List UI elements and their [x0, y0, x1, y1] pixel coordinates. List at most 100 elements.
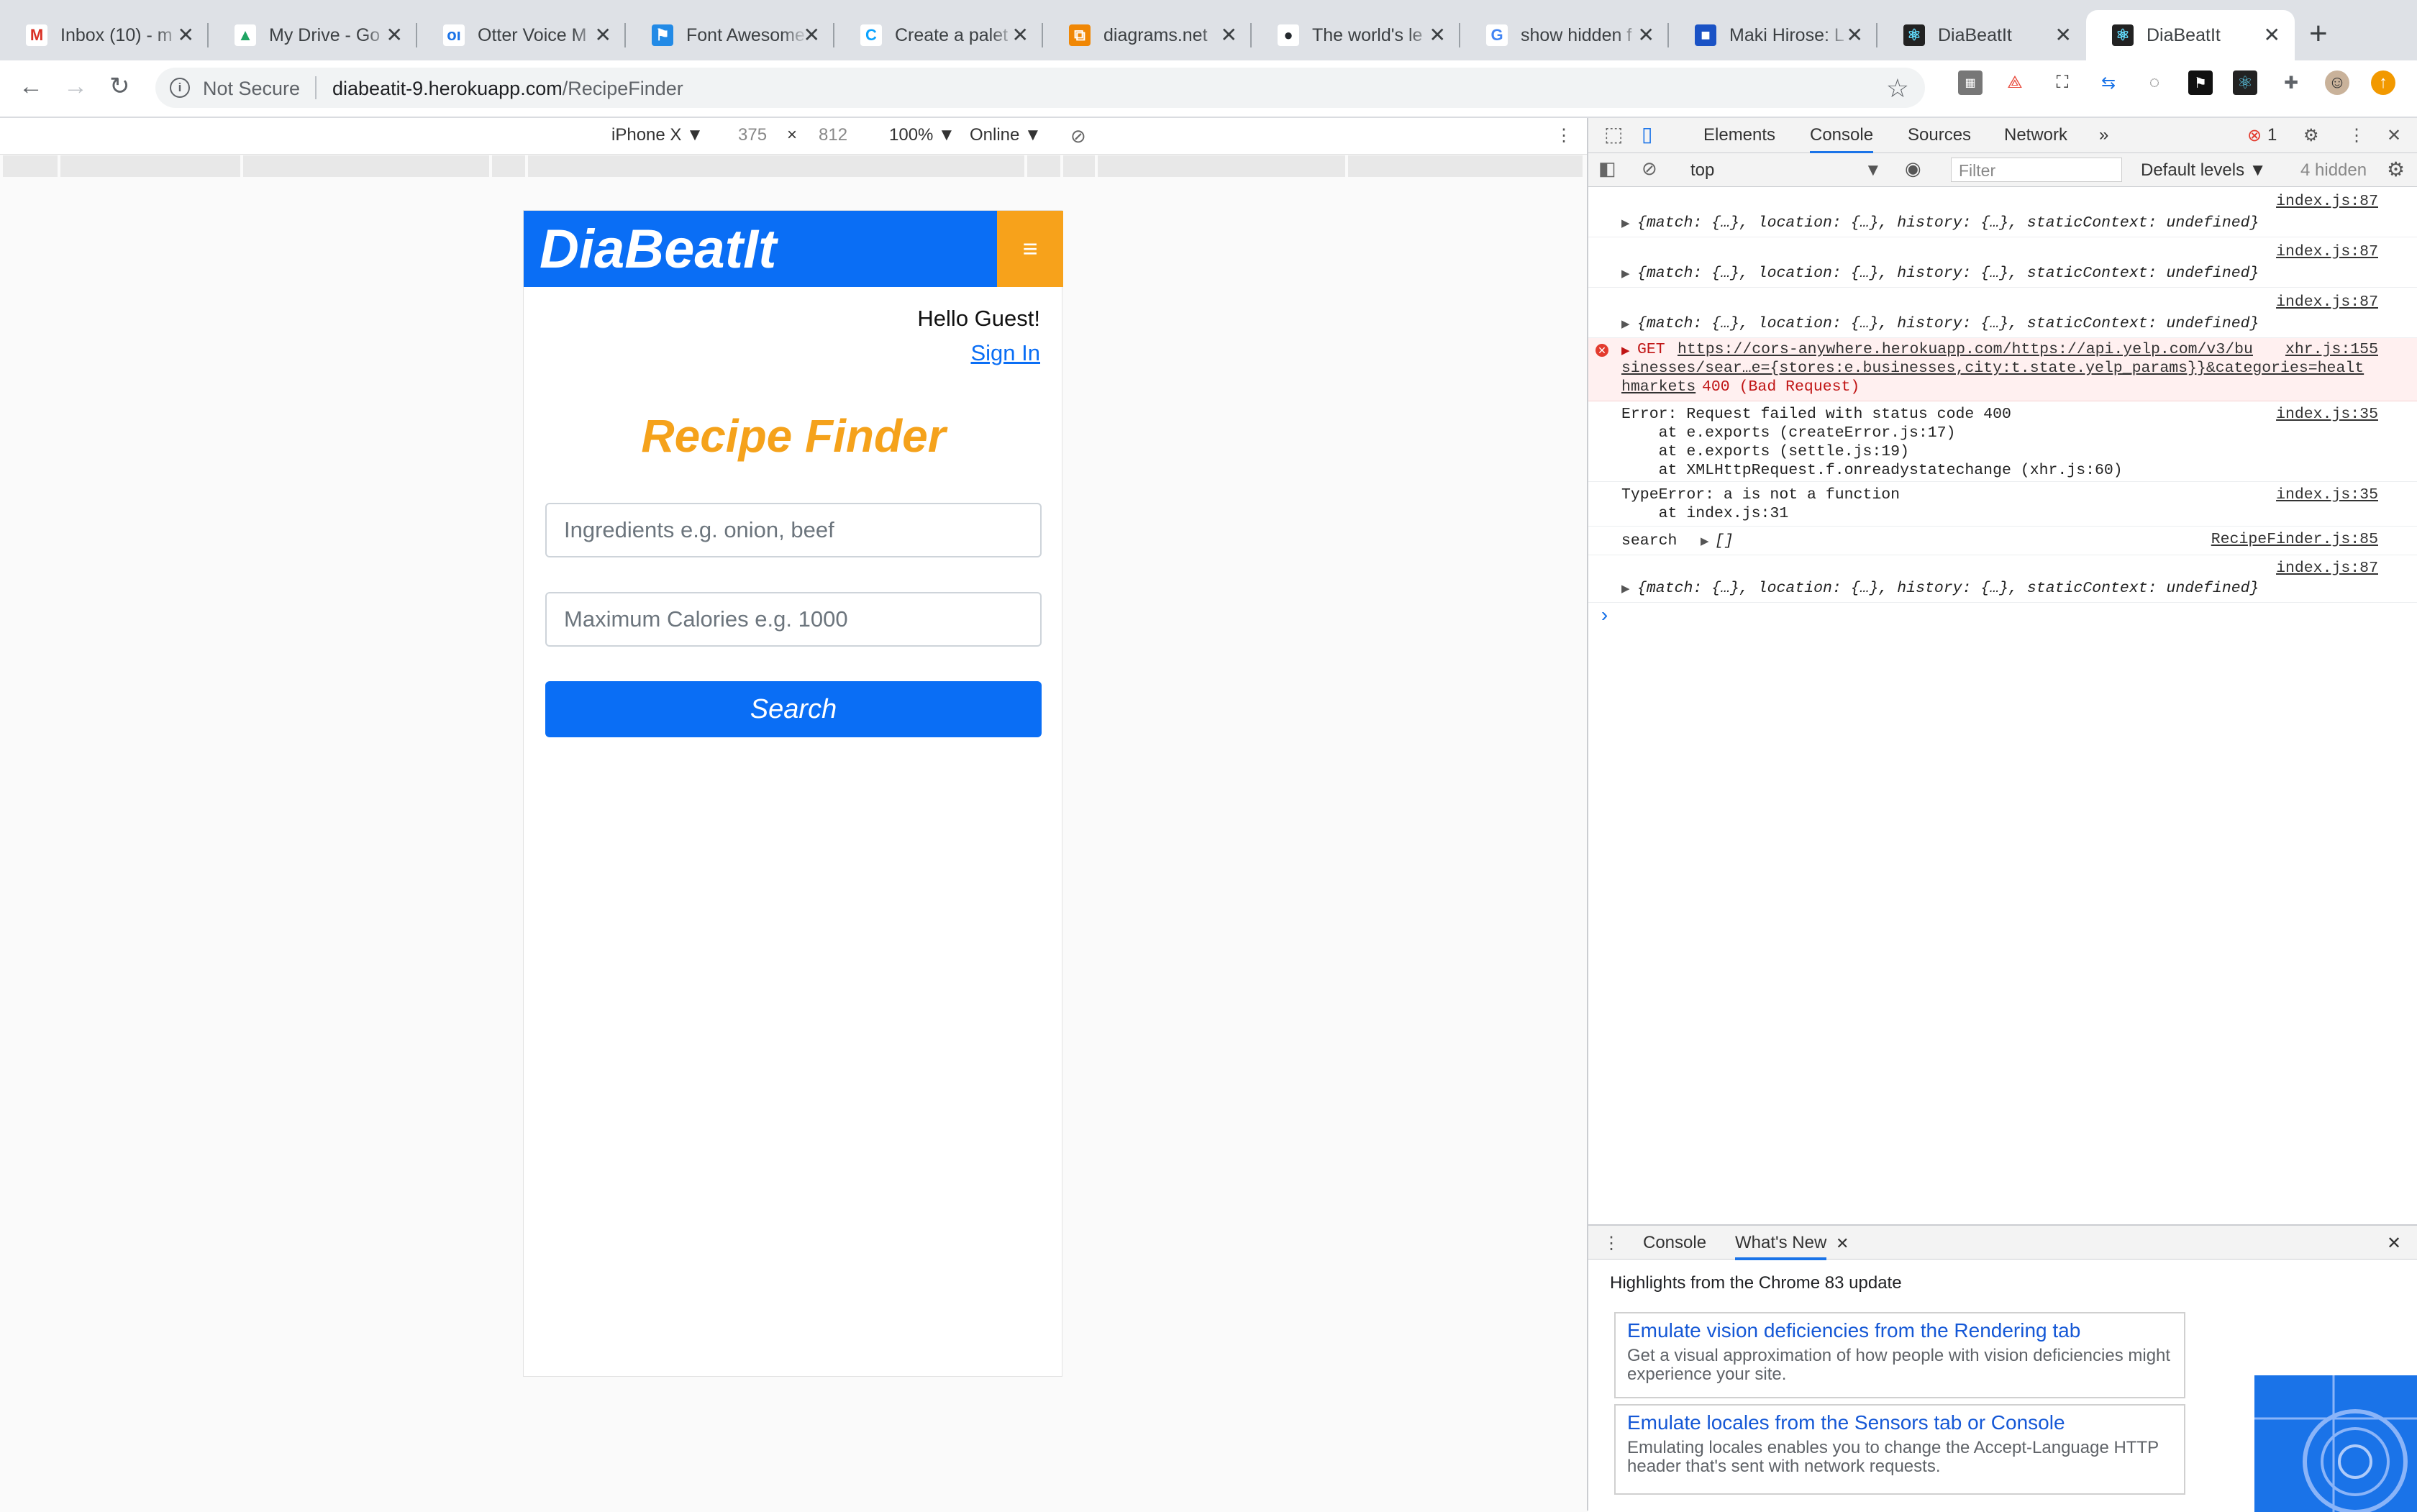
- stack-line[interactable]: at e.exports (createError.js:17): [1621, 424, 1956, 442]
- whats-new-card[interactable]: Emulate locales from the Sensors tab or …: [1614, 1404, 2185, 1495]
- log-value[interactable]: []: [1715, 532, 1734, 550]
- close-tab-icon[interactable]: ✕: [2264, 24, 2280, 46]
- close-tab-icon[interactable]: ✕: [1638, 24, 1654, 46]
- flag-extension-icon[interactable]: ⚑: [2188, 70, 2213, 95]
- expand-triangle-icon[interactable]: ▶: [1621, 217, 1630, 230]
- context-dropdown-icon[interactable]: ▼: [1865, 160, 1882, 181]
- settings-gear-icon[interactable]: ⚙: [2303, 125, 2319, 146]
- error-url-cont[interactable]: sinesses/sear…e={stores:e.businesses,cit…: [1621, 360, 2364, 377]
- source-link[interactable]: index.js:87: [2276, 193, 2378, 210]
- tab-network[interactable]: Network: [2004, 125, 2067, 145]
- close-tab-icon[interactable]: ✕: [1012, 24, 1029, 46]
- reload-icon[interactable]: ↻: [109, 72, 130, 101]
- extension-badge-icon[interactable]: ⟁: [2003, 70, 2027, 95]
- back-arrow-icon[interactable]: ←: [19, 72, 43, 101]
- expand-triangle-icon[interactable]: ▶: [1701, 534, 1709, 548]
- expand-triangle-icon[interactable]: ▶: [1621, 582, 1630, 596]
- browser-tab[interactable]: ⚛ DiaBeatIt ✕: [1877, 10, 2086, 60]
- browser-tab[interactable]: ⧉ diagrams.net ✕: [1043, 10, 1252, 60]
- close-tab-icon[interactable]: ✕: [1836, 1234, 1849, 1253]
- close-tab-icon[interactable]: ✕: [178, 24, 194, 46]
- zoom-select[interactable]: 100% ▼: [889, 125, 955, 145]
- whats-new-card[interactable]: Emulate vision deficiencies from the Ren…: [1614, 1312, 2185, 1398]
- brand-logo[interactable]: DiaBeatIt: [540, 218, 776, 281]
- sync-extension-icon[interactable]: ⇆: [2096, 70, 2121, 95]
- browser-tab[interactable]: C Create a palet ✕: [834, 10, 1043, 60]
- search-button[interactable]: Search: [545, 681, 1042, 737]
- error-url-end[interactable]: hmarkets: [1621, 378, 1695, 396]
- close-tab-icon[interactable]: ✕: [1221, 24, 1237, 46]
- expand-triangle-icon[interactable]: ▶: [1621, 344, 1630, 357]
- clear-console-icon[interactable]: ⊘: [1642, 158, 1657, 180]
- browser-tab[interactable]: Gshow hidden f ✕: [1460, 10, 1669, 60]
- bookmark-star-icon[interactable]: ☆: [1886, 73, 1909, 104]
- browser-tab[interactable]: ■ Maki Hirose: L ✕: [1669, 10, 1877, 60]
- expand-triangle-icon[interactable]: ▶: [1621, 317, 1630, 331]
- info-icon[interactable]: i: [170, 78, 190, 98]
- live-expression-eye-icon[interactable]: ◉: [1905, 158, 1921, 180]
- extension-icon[interactable]: ▦: [1958, 70, 1983, 95]
- width-field[interactable]: 375: [738, 125, 767, 145]
- close-drawer-icon[interactable]: ✕: [2387, 1233, 2401, 1254]
- browser-tab[interactable]: ▲ My Drive - Go ✕: [209, 10, 417, 60]
- rotate-icon[interactable]: ⊘: [1070, 125, 1086, 147]
- screenshot-extension-icon[interactable]: ⛶: [2050, 70, 2075, 95]
- network-select[interactable]: Online ▼: [970, 125, 1042, 145]
- browser-tab[interactable]: oı Otter Voice M ✕: [417, 10, 626, 60]
- sign-in-link[interactable]: Sign In: [970, 340, 1040, 366]
- update-icon[interactable]: ↑: [2371, 70, 2395, 95]
- devtools-menu-icon[interactable]: ⋮: [2348, 125, 2365, 146]
- source-link[interactable]: xhr.js:155: [2285, 341, 2378, 358]
- tab-elements[interactable]: Elements: [1703, 125, 1775, 145]
- source-link[interactable]: RecipeFinder.js:85: [2211, 531, 2378, 548]
- media-query-bar[interactable]: [3, 155, 1583, 177]
- drawer-menu-icon[interactable]: ⋮: [1603, 1233, 1620, 1254]
- close-tab-icon[interactable]: ✕: [386, 24, 403, 46]
- tab-console[interactable]: Console: [1810, 125, 1874, 154]
- puzzle-extensions-icon[interactable]: ✚: [2279, 70, 2303, 95]
- drawer-tab-whats-new[interactable]: What's New: [1735, 1233, 1827, 1260]
- browser-tab[interactable]: ⚛ DiaBeatIt ✕: [2086, 10, 2295, 60]
- log-levels-select[interactable]: Default levels ▼: [2141, 160, 2267, 181]
- drawer-tab-console[interactable]: Console: [1643, 1233, 1706, 1253]
- source-link[interactable]: index.js:87: [2276, 243, 2378, 260]
- console-prompt[interactable]: ›: [1588, 603, 2417, 632]
- log-message[interactable]: {match: {…}, location: {…}, history: {…}…: [1637, 214, 2259, 232]
- close-tab-icon[interactable]: ✕: [804, 24, 820, 46]
- sidebar-toggle-icon[interactable]: ◧: [1598, 158, 1616, 180]
- browser-tab[interactable]: ● The world's le ✕: [1252, 10, 1460, 60]
- expand-triangle-icon[interactable]: ▶: [1621, 267, 1630, 281]
- max-calories-input[interactable]: [545, 592, 1042, 647]
- card-title[interactable]: Emulate vision deficiencies from the Ren…: [1627, 1319, 2172, 1342]
- context-select[interactable]: top: [1690, 160, 1714, 181]
- more-tabs-icon[interactable]: »: [2099, 125, 2108, 145]
- source-link[interactable]: index.js:87: [2276, 560, 2378, 577]
- url-text[interactable]: diabeatit-9.herokuapp.com/RecipeFinder: [332, 78, 683, 100]
- close-tab-icon[interactable]: ✕: [595, 24, 611, 46]
- card-title[interactable]: Emulate locales from the Sensors tab or …: [1627, 1411, 2172, 1434]
- log-message[interactable]: {match: {…}, location: {…}, history: {…}…: [1637, 265, 2259, 282]
- log-message[interactable]: {match: {…}, location: {…}, history: {…}…: [1637, 315, 2259, 332]
- device-select[interactable]: iPhone X ▼: [611, 125, 704, 145]
- browser-tab[interactable]: ⚑ Font Awesome ✕: [626, 10, 834, 60]
- profile-avatar[interactable]: ☺: [2325, 70, 2349, 95]
- error-url-link[interactable]: https://cors-anywhere.herokuapp.com/http…: [1678, 341, 2253, 358]
- close-devtools-icon[interactable]: ✕: [2387, 125, 2401, 146]
- error-count-icon[interactable]: ⊗: [2247, 125, 2262, 146]
- browser-tab[interactable]: M Inbox (10) - m ✕: [0, 10, 209, 60]
- console-settings-icon[interactable]: ⚙: [2387, 158, 2405, 181]
- hamburger-menu-icon[interactable]: ≡: [997, 211, 1063, 287]
- react-devtools-icon[interactable]: ⚛: [2233, 70, 2257, 95]
- address-bar[interactable]: i Not Secure diabeatit-9.herokuapp.com/R…: [155, 68, 1925, 108]
- new-tab-button[interactable]: +: [2309, 16, 2328, 52]
- forward-arrow-icon[interactable]: →: [63, 72, 88, 101]
- inspect-element-icon[interactable]: ⬚: [1604, 122, 1623, 146]
- source-link[interactable]: index.js:87: [2276, 293, 2378, 311]
- tab-sources[interactable]: Sources: [1908, 125, 1971, 145]
- circle-extension-icon[interactable]: ◌: [2142, 70, 2167, 95]
- height-field[interactable]: 812: [819, 125, 847, 145]
- close-tab-icon[interactable]: ✕: [1847, 24, 1863, 46]
- console-filter-input[interactable]: Filter: [1951, 158, 2122, 182]
- close-tab-icon[interactable]: ✕: [2055, 24, 2072, 46]
- ingredients-input[interactable]: [545, 503, 1042, 557]
